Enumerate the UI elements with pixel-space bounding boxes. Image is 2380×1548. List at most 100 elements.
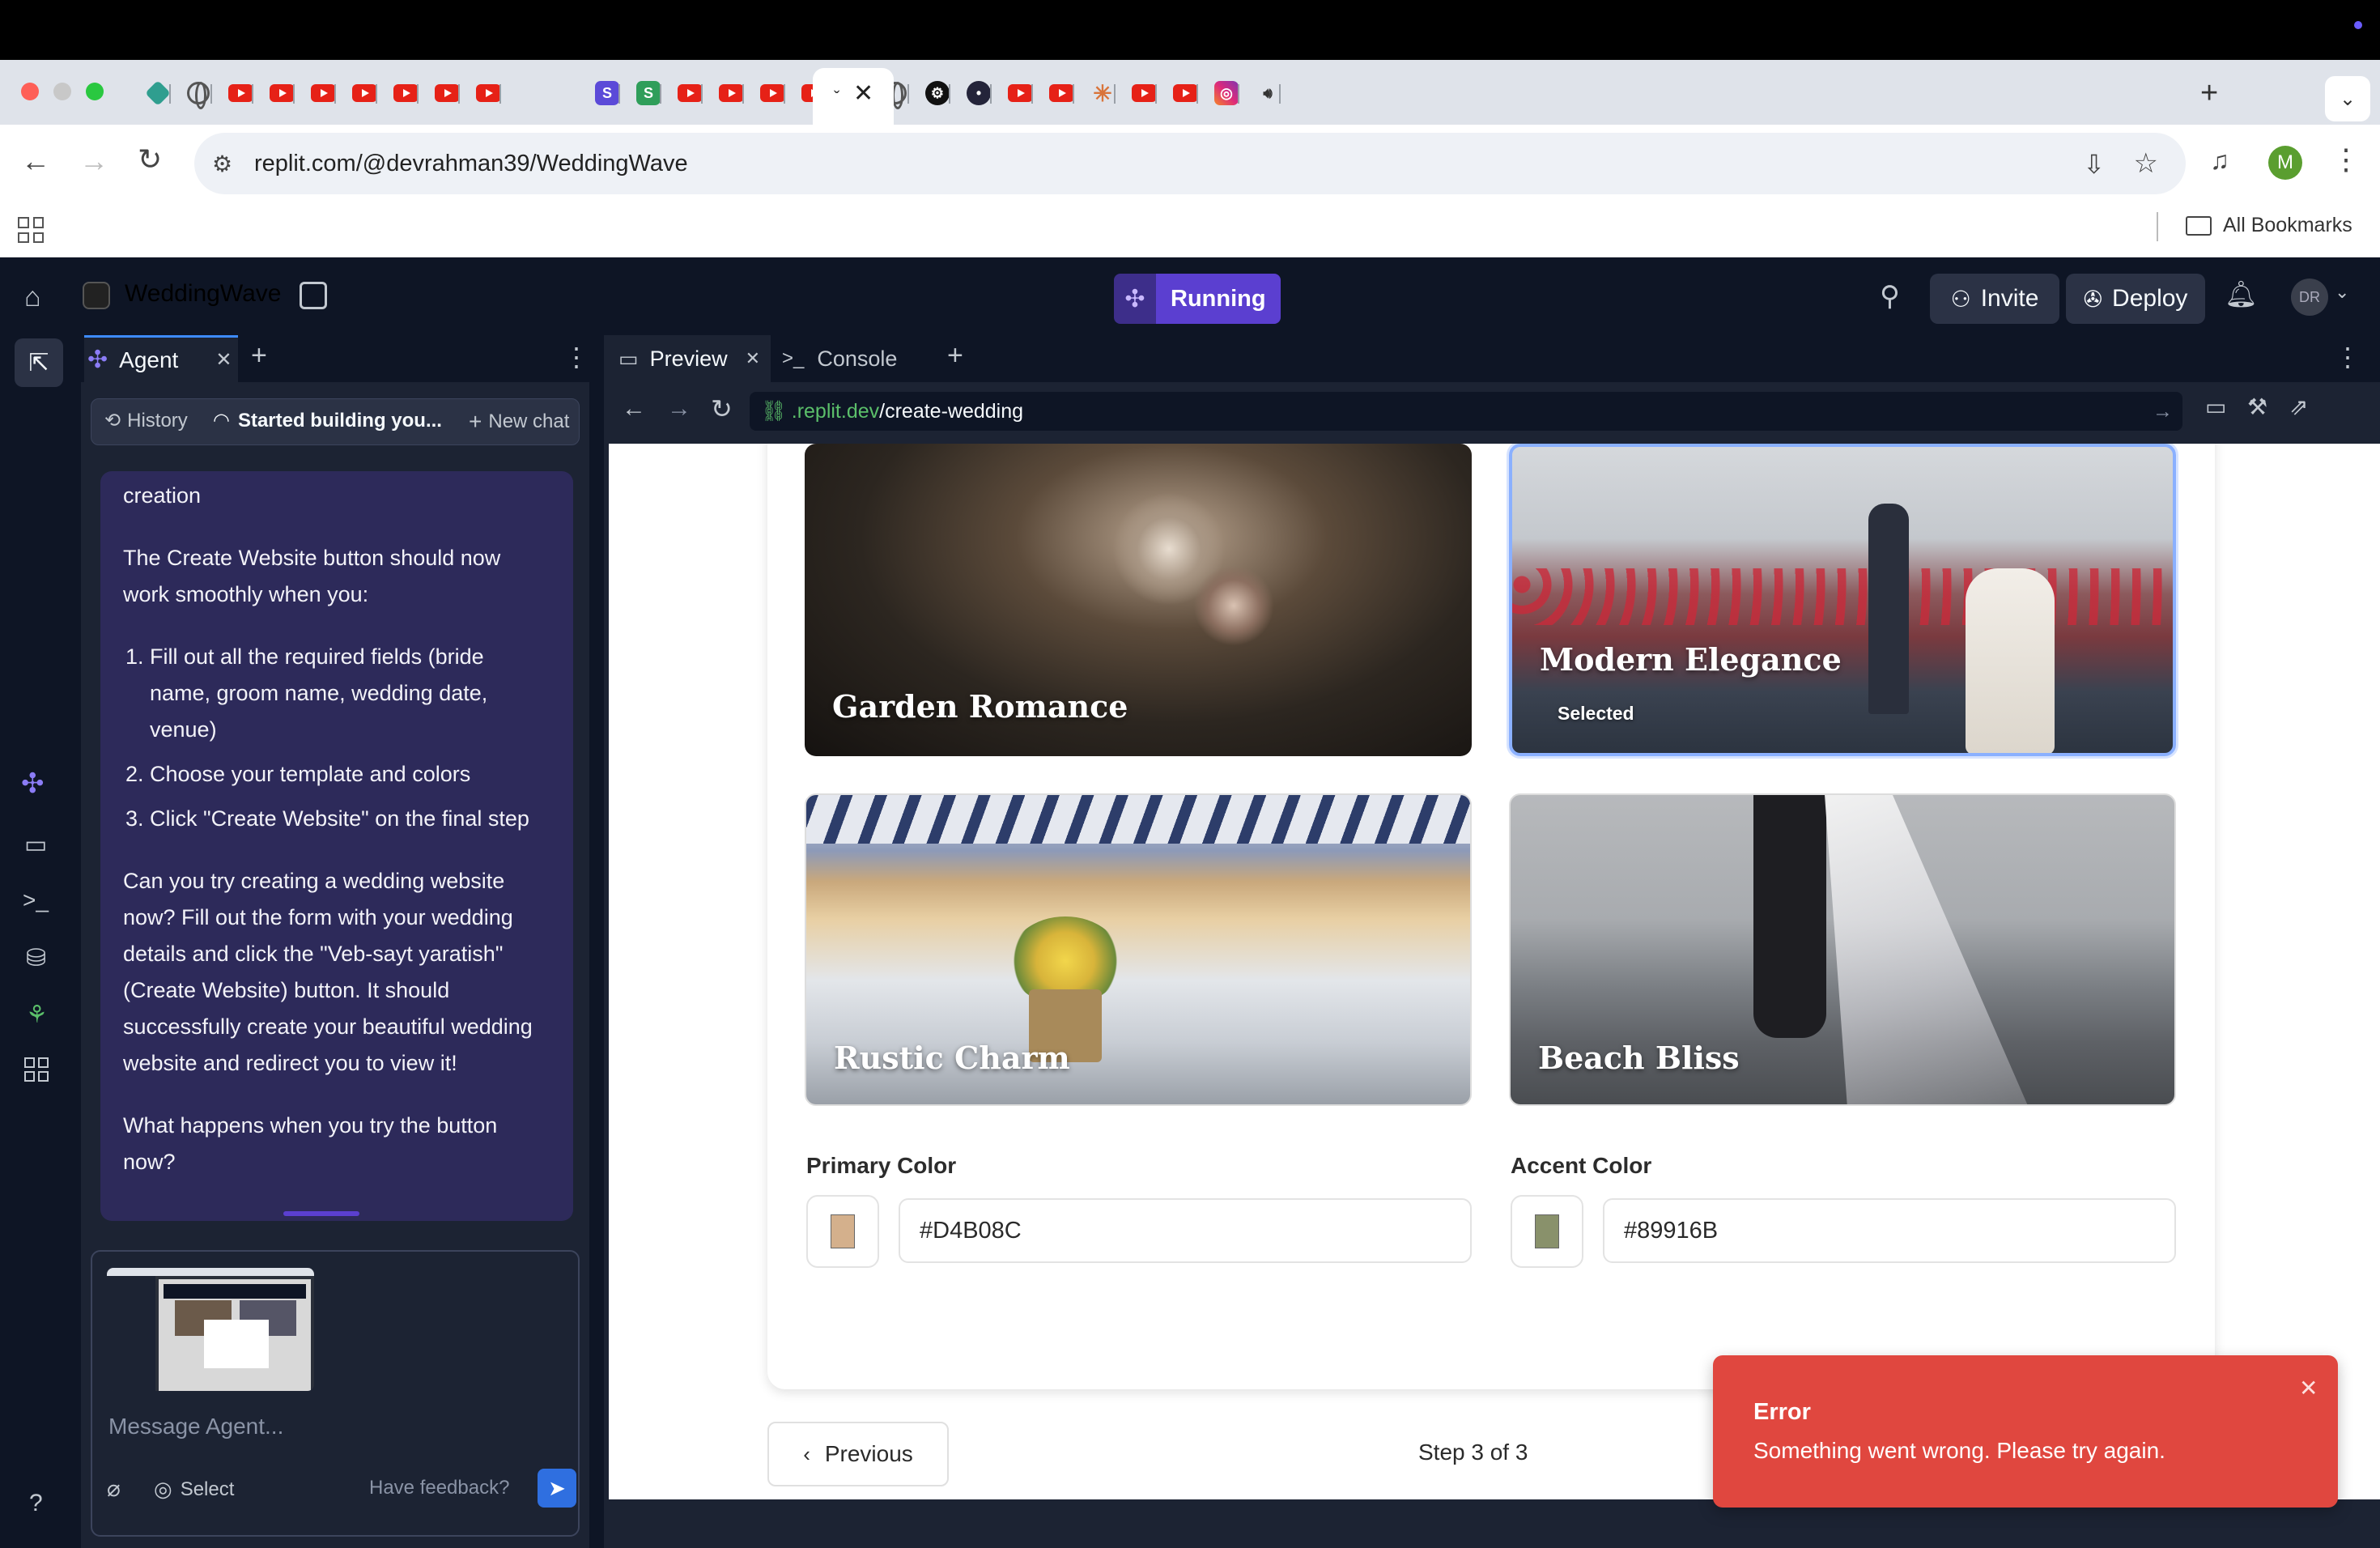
deploy-button[interactable]: ✇ Deploy <box>2066 274 2205 324</box>
feedback-link[interactable]: Have feedback? <box>369 1477 509 1499</box>
new-chat-button[interactable]: + New chat <box>469 409 569 435</box>
browser-menu-icon[interactable]: ⋮ <box>2331 142 2361 176</box>
agent-rail-icon[interactable]: ✣ <box>21 768 45 800</box>
s-app-icon: S <box>636 81 661 105</box>
agent-menu-icon[interactable]: ⋮ <box>563 342 589 372</box>
browser-tab[interactable]: S <box>579 70 620 117</box>
tab-agent[interactable]: ✣ Agent ✕ <box>84 335 238 382</box>
close-agent-tab-icon[interactable]: ✕ <box>215 348 232 372</box>
send-button[interactable]: ➤ <box>538 1469 576 1508</box>
browser-tab-active[interactable]: ˇ ✕ <box>813 68 894 125</box>
browser-tab[interactable] <box>419 70 460 117</box>
minimize-window-button[interactable] <box>53 83 71 100</box>
install-icon[interactable]: ⇩ <box>2083 149 2105 180</box>
project-info-icon[interactable] <box>300 282 327 309</box>
database-rail-icon[interactable]: ⛁ <box>26 944 46 972</box>
media-controls-icon[interactable]: ♫ <box>2210 146 2229 176</box>
primary-color-input[interactable]: #D4B08C <box>899 1198 1472 1263</box>
preview-reload-icon[interactable]: ↻ <box>711 393 733 424</box>
avatar-chevron-icon[interactable]: ⌄ <box>2335 282 2349 303</box>
pane-menu-icon[interactable]: ⋮ <box>2335 342 2361 372</box>
current-chat-button[interactable]: ◠ Started building you... <box>213 409 442 432</box>
browser-tab[interactable]: ◎ <box>1198 70 1239 117</box>
new-tab-icon[interactable]: + <box>2200 76 2218 111</box>
select-element-button[interactable]: ◎ Select <box>154 1477 234 1502</box>
template-garden-romance[interactable]: Garden Romance <box>805 444 1472 756</box>
history-button[interactable]: ⟲ History <box>104 409 188 432</box>
help-icon[interactable]: ? <box>29 1490 43 1517</box>
browser-tab[interactable] <box>703 70 744 117</box>
browser-tab[interactable]: ✳ <box>1074 70 1116 117</box>
preview-url-bar[interactable]: ⛓ .replit.dev /create-wedding → <box>750 392 2182 431</box>
tab-search-icon[interactable]: ⌄ <box>2325 76 2370 121</box>
template-modern-elegance[interactable]: Modern Elegance Selected <box>1509 444 2176 756</box>
device-view-icon[interactable]: ▭ <box>2205 393 2226 420</box>
home-icon[interactable]: ⌂ <box>24 282 41 313</box>
run-button[interactable]: ✣ Running <box>1114 274 1281 324</box>
site-info-icon[interactable]: ⚙ <box>212 151 232 177</box>
profile-avatar[interactable]: M <box>2268 146 2302 180</box>
open-new-window-icon[interactable]: ⇗ <box>2289 393 2308 420</box>
browser-tab[interactable] <box>460 70 501 117</box>
all-tools-rail-icon[interactable] <box>24 1057 49 1082</box>
browser-tab[interactable] <box>1033 70 1074 117</box>
close-tab-icon[interactable]: ✕ <box>853 79 873 108</box>
browser-tab[interactable]: 🔊︎ <box>1239 70 1281 117</box>
invite-button[interactable]: ⚇ Invite <box>1930 274 2059 324</box>
browser-tab[interactable] <box>661 70 703 117</box>
preview-forward-icon[interactable]: → <box>667 395 691 423</box>
apps-grid-icon[interactable] <box>18 217 44 243</box>
browser-tab[interactable]: ⚙ <box>909 70 950 117</box>
console-rail-icon[interactable]: >_ <box>23 887 49 913</box>
browser-tab[interactable] <box>130 70 171 117</box>
accent-color-input[interactable]: #89916B <box>1603 1198 2176 1263</box>
browser-tab[interactable] <box>992 70 1033 117</box>
screenshot-attachment[interactable] <box>107 1268 314 1391</box>
all-bookmarks-button[interactable]: All Bookmarks <box>2186 214 2352 237</box>
browser-tab[interactable]: S <box>620 70 661 117</box>
browser-tab[interactable] <box>744 70 785 117</box>
search-icon[interactable]: ⚲ <box>1880 280 1900 313</box>
browser-tab[interactable] <box>377 70 419 117</box>
toast-message: Something went wrong. Please try again. <box>1753 1438 2165 1463</box>
tools-panel-icon[interactable]: ⇱ <box>15 338 63 387</box>
add-tab-icon[interactable]: + <box>251 340 267 372</box>
project-name[interactable]: WeddingWave <box>125 280 281 308</box>
browser-tab[interactable] <box>253 70 295 117</box>
template-rustic-charm[interactable]: Rustic Charm <box>805 793 1472 1106</box>
close-preview-tab-icon[interactable]: ✕ <box>746 348 760 369</box>
reload-icon[interactable]: ↻ <box>138 142 162 176</box>
previous-button[interactable]: ‹ Previous <box>767 1422 949 1486</box>
preview-back-icon[interactable]: ← <box>622 395 646 423</box>
address-bar[interactable]: ⚙ replit.com/@devrahman39/WeddingWave ⇩ … <box>194 133 2186 194</box>
preview-rail-icon[interactable]: ▭ <box>24 831 47 859</box>
browser-tab[interactable] <box>1157 70 1198 117</box>
tab-preview[interactable]: ▭ Preview ✕ <box>604 335 771 382</box>
deployments-rail-icon[interactable]: ⚘ <box>26 1001 48 1029</box>
back-icon[interactable]: ← <box>21 144 50 178</box>
browser-tab[interactable] <box>295 70 336 117</box>
template-beach-bliss[interactable]: Beach Bliss <box>1509 793 2176 1106</box>
tab-separator <box>499 84 501 104</box>
devtools-icon[interactable]: ⚒ <box>2247 393 2267 420</box>
close-toast-icon[interactable]: ✕ <box>2299 1375 2318 1401</box>
maximize-window-button[interactable] <box>86 83 104 100</box>
browser-tab[interactable] <box>336 70 377 117</box>
go-icon[interactable]: → <box>2153 400 2173 423</box>
browser-tab[interactable] <box>171 70 212 117</box>
message-input[interactable]: Message Agent... <box>108 1414 283 1440</box>
tab-console[interactable]: >_ Console <box>782 335 897 382</box>
primary-color-picker[interactable] <box>806 1195 879 1268</box>
user-avatar[interactable]: DR <box>2291 279 2328 316</box>
add-tab-icon[interactable]: + <box>947 340 963 372</box>
forward-icon[interactable]: → <box>79 144 108 178</box>
browser-tab[interactable] <box>1116 70 1157 117</box>
close-window-button[interactable] <box>21 83 39 100</box>
accent-color-picker[interactable] <box>1511 1195 1583 1268</box>
browser-tab[interactable] <box>212 70 253 117</box>
notifications-bell-icon[interactable]: 🔔︎ <box>2225 279 2258 309</box>
openai-icon: ⚙ <box>925 81 950 105</box>
browser-tab[interactable]: • <box>950 70 992 117</box>
attach-icon[interactable]: ⌀ <box>107 1475 121 1502</box>
bookmark-star-icon[interactable]: ☆ <box>2134 147 2158 180</box>
